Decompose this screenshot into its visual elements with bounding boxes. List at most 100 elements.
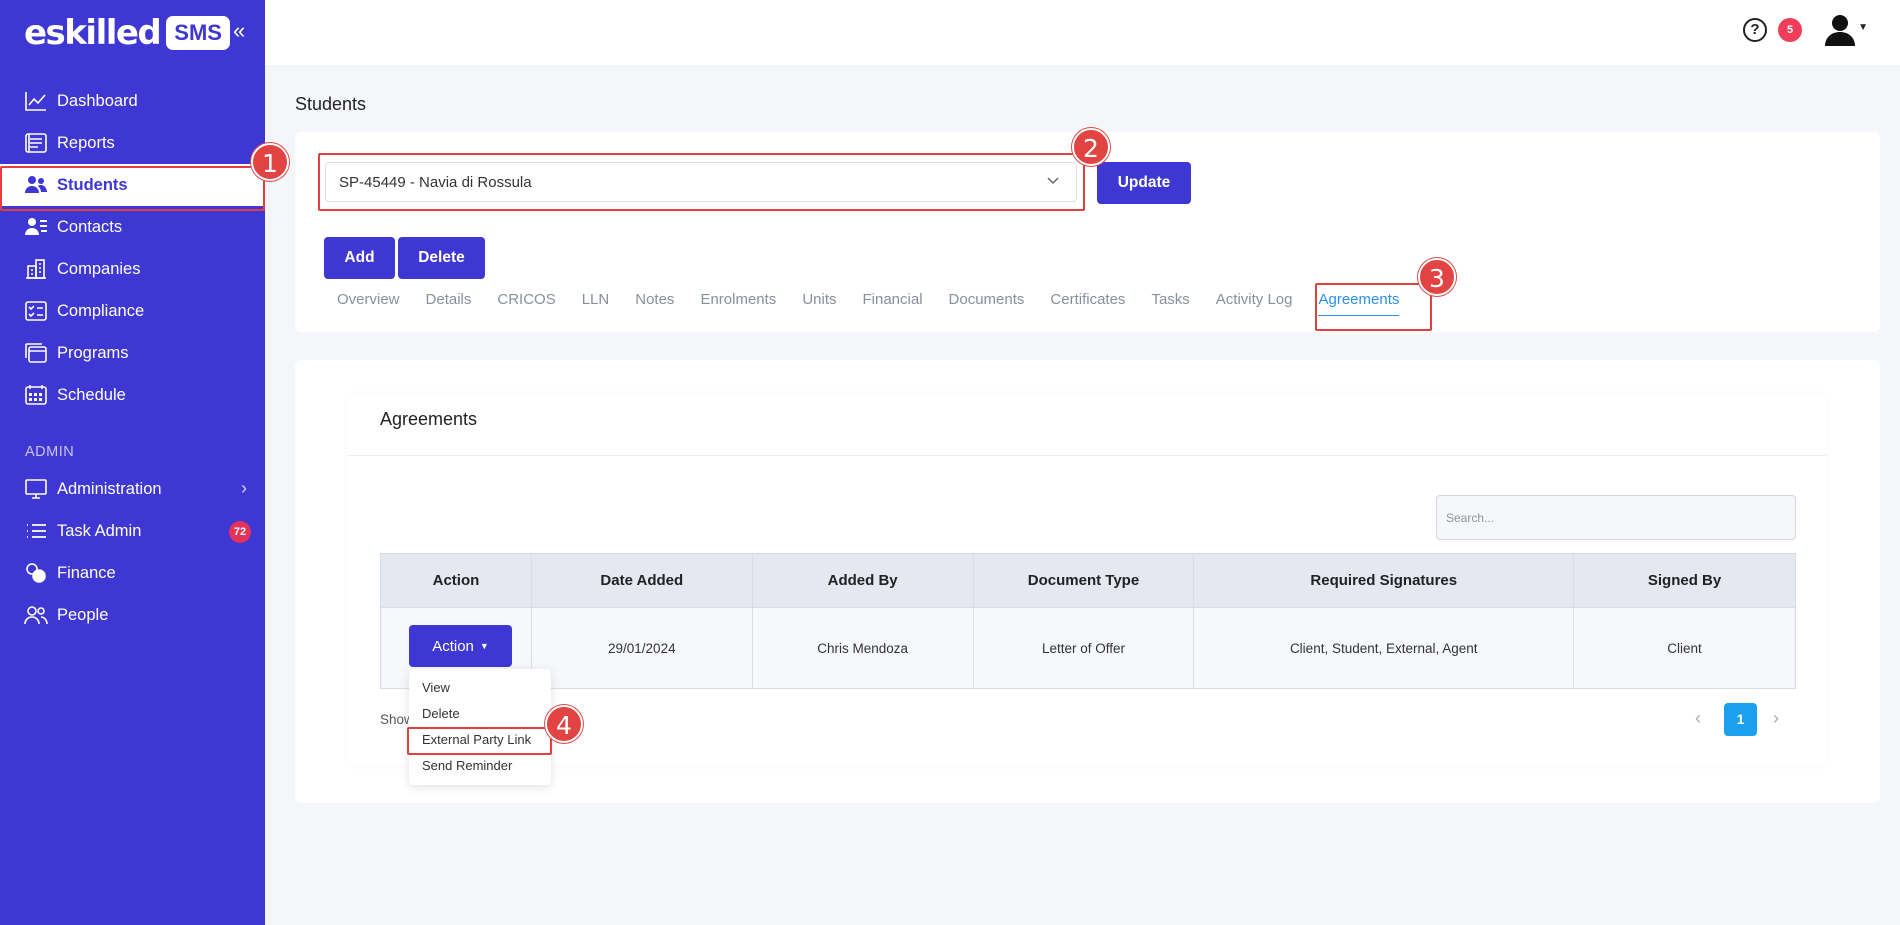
highlight-box-external-party-link	[407, 727, 552, 755]
task-count-badge: 72	[229, 521, 251, 543]
reports-icon	[23, 132, 49, 154]
sidebar-item-label: Programs	[57, 343, 129, 362]
calendar-icon	[23, 384, 49, 406]
sidebar-item-people[interactable]: People	[0, 594, 265, 636]
action-dropdown-button[interactable]: Action ▼	[409, 625, 512, 667]
caret-down-icon: ▼	[479, 641, 489, 651]
step-marker-2: 2	[1072, 128, 1110, 166]
tab-certificates[interactable]: Certificates	[1050, 291, 1125, 316]
column-header-date-added[interactable]: Date Added	[530, 553, 753, 608]
tab-activity-log[interactable]: Activity Log	[1216, 291, 1293, 316]
monitor-icon	[23, 478, 49, 500]
sidebar-item-contacts[interactable]: Contacts	[0, 206, 265, 248]
menu-item-send-reminder[interactable]: Send Reminder	[409, 753, 551, 779]
contacts-icon	[23, 216, 49, 238]
tab-documents[interactable]: Documents	[949, 291, 1025, 316]
user-avatar-icon[interactable]	[1822, 12, 1858, 48]
collapse-sidebar-icon[interactable]: «	[233, 18, 245, 44]
chevron-right-icon: ›	[241, 478, 247, 498]
building-icon	[23, 258, 49, 280]
svg-text:$: $	[37, 573, 43, 583]
coins-icon: $	[23, 562, 49, 584]
highlight-box-student-select	[318, 153, 1085, 211]
sidebar-item-task-admin[interactable]: Task Admin 72	[0, 510, 265, 552]
search-input[interactable]	[1436, 495, 1796, 540]
pagination-prev-icon[interactable]: ‹	[1695, 708, 1701, 729]
update-button[interactable]: Update	[1097, 162, 1191, 204]
help-icon[interactable]: ?	[1743, 18, 1767, 42]
sidebar-item-compliance[interactable]: Compliance	[0, 290, 265, 332]
sidebar-item-finance[interactable]: $ Finance	[0, 552, 265, 594]
menu-item-delete[interactable]: Delete	[409, 701, 551, 727]
agreements-title: Agreements	[380, 409, 478, 429]
sidebar-item-label: People	[57, 605, 109, 624]
sidebar: eskilled SMS « Dashboard Reports Student…	[0, 0, 265, 925]
logo-badge: SMS	[166, 16, 230, 50]
sidebar-item-label: Companies	[57, 259, 141, 278]
sidebar-section-admin: ADMIN	[25, 444, 75, 460]
menu-item-view[interactable]: View	[409, 675, 551, 701]
table-header-row: Action Date Added Added By Document Type…	[380, 553, 1796, 608]
delete-button[interactable]: Delete	[398, 237, 485, 279]
sidebar-item-programs[interactable]: Programs	[0, 332, 265, 374]
tab-notes[interactable]: Notes	[635, 291, 674, 316]
sidebar-item-label: Administration	[57, 479, 162, 498]
top-bar: ? 5 ▼	[265, 0, 1900, 65]
tab-details[interactable]: Details	[426, 291, 472, 316]
sidebar-item-label: Contacts	[57, 217, 123, 236]
agreements-table: Action Date Added Added By Document Type…	[380, 553, 1796, 689]
document-type-cell: Letter of Offer	[972, 607, 1195, 689]
signed-by-cell: Client	[1573, 607, 1796, 689]
people-icon	[23, 604, 49, 626]
showing-entries-text: Show	[380, 712, 410, 727]
sidebar-item-label: Finance	[57, 563, 116, 582]
highlight-box-agreements-tab	[1315, 283, 1432, 331]
date-added-cell: 29/01/2024	[530, 607, 753, 689]
sidebar-item-label: Schedule	[57, 385, 126, 404]
programs-icon	[23, 342, 49, 364]
page-title: Students	[295, 94, 367, 114]
student-tabs: Overview Details CRICOS LLN Notes Enrolm…	[337, 291, 1425, 316]
step-marker-4: 4	[545, 705, 583, 743]
sidebar-item-label: Task Admin	[57, 521, 142, 540]
sidebar-item-companies[interactable]: Companies	[0, 248, 265, 290]
step-marker-1: 1	[251, 143, 289, 181]
action-button-label: Action	[432, 637, 474, 655]
sidebar-item-reports[interactable]: Reports	[0, 122, 265, 164]
pagination-next-icon[interactable]: ›	[1773, 708, 1779, 729]
sidebar-item-schedule[interactable]: Schedule	[0, 374, 265, 416]
column-header-required-signatures[interactable]: Required Signatures	[1193, 553, 1575, 608]
pagination-page-current[interactable]: 1	[1724, 703, 1757, 736]
logo-text: eskilled	[24, 13, 162, 53]
required-signatures-cell: Client, Student, External, Agent	[1193, 607, 1575, 689]
column-header-action[interactable]: Action	[380, 553, 532, 608]
highlight-box-students	[0, 166, 265, 211]
tab-cricos[interactable]: CRICOS	[497, 291, 555, 316]
sidebar-item-dashboard[interactable]: Dashboard	[0, 80, 265, 122]
sidebar-item-label: Reports	[57, 133, 115, 152]
tab-financial[interactable]: Financial	[863, 291, 923, 316]
step-marker-3: 3	[1418, 258, 1456, 296]
sidebar-item-label: Compliance	[57, 301, 145, 320]
checklist-icon	[23, 300, 49, 322]
sidebar-item-label: Dashboard	[57, 91, 138, 110]
column-header-signed-by[interactable]: Signed By	[1573, 553, 1796, 608]
column-header-document-type[interactable]: Document Type	[972, 553, 1195, 608]
chart-line-icon	[23, 90, 49, 112]
tab-overview[interactable]: Overview	[337, 291, 400, 316]
tab-enrolments[interactable]: Enrolments	[700, 291, 776, 316]
notification-badge: 5	[1778, 18, 1802, 42]
list-icon	[23, 520, 49, 542]
tab-lln[interactable]: LLN	[582, 291, 610, 316]
sidebar-nav: Dashboard Reports Students Contacts Comp…	[0, 80, 265, 636]
column-header-added-by[interactable]: Added By	[751, 553, 974, 608]
sidebar-item-administration[interactable]: Administration ›	[0, 468, 265, 510]
caret-down-icon[interactable]: ▼	[1858, 22, 1868, 33]
logo[interactable]: eskilled SMS	[24, 12, 230, 54]
table-row: 29/01/2024 Chris Mendoza Letter of Offer…	[380, 607, 1796, 689]
tab-tasks[interactable]: Tasks	[1151, 291, 1189, 316]
tab-units[interactable]: Units	[802, 291, 836, 316]
added-by-cell: Chris Mendoza	[751, 607, 974, 689]
add-button[interactable]: Add	[324, 237, 395, 279]
divider	[348, 455, 1826, 456]
